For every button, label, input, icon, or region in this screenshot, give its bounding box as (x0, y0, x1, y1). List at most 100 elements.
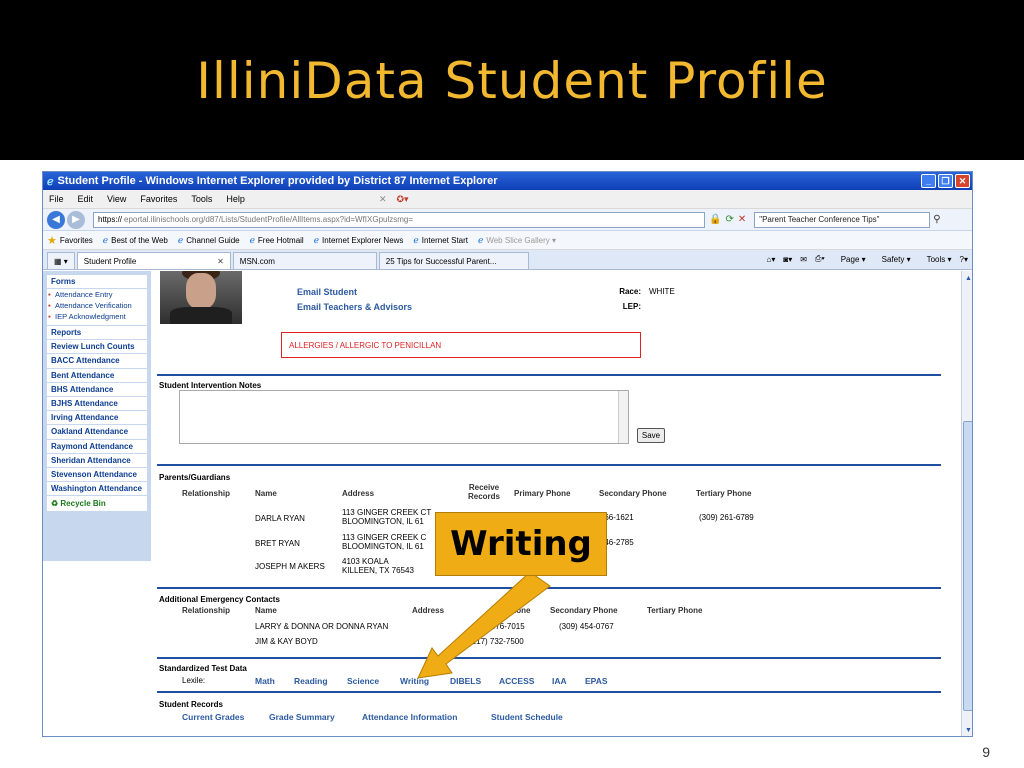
close-toolbar-icon[interactable]: ✕ (379, 194, 387, 205)
help-icon[interactable]: ?▾ (960, 255, 968, 264)
col-tertiary-phone: Tertiary Phone (696, 489, 752, 498)
quick-tabs-icon[interactable]: ▦ ▾ (47, 252, 75, 269)
fav-web-slice-gallery[interactable]: ℯ Web Slice Gallery ▾ (478, 235, 556, 246)
save-button[interactable]: Save (637, 428, 665, 443)
notes-scrollbar[interactable] (618, 391, 628, 443)
minimize-icon[interactable]: _ (921, 174, 936, 188)
url-text: eportal.ilinischools.org/d87/Lists/Stude… (124, 215, 414, 224)
sidebar-item-recycle-bin[interactable]: ♻ Recycle Bin (47, 495, 147, 511)
back-icon[interactable]: ◀ (47, 210, 65, 229)
menu-favorites[interactable]: Favorites (140, 194, 177, 204)
col-relationship: Relationship (182, 606, 231, 615)
test-link-epas[interactable]: EPAS (585, 676, 608, 686)
tab-tips[interactable]: 25 Tips for Successful Parent... (378, 252, 529, 269)
test-link-access[interactable]: ACCESS (499, 676, 534, 686)
addon-icon[interactable]: ✪▾ (396, 194, 408, 205)
fav-internet-start[interactable]: ℯ Internet Start (413, 235, 468, 246)
sidebar-item-raymond-attendance[interactable]: Raymond Attendance (47, 438, 147, 453)
scroll-up-icon[interactable]: ▲ (963, 272, 972, 284)
url-input[interactable]: https:// eportal.ilinischools.org/d87/Li… (93, 211, 705, 228)
refresh-icon[interactable]: ⟳ (725, 214, 733, 225)
tab-msn[interactable]: MSN.com (232, 252, 377, 269)
lexile-label: Lexile: (182, 676, 206, 685)
sidebar-item-iep-acknowledgment[interactable]: IEP Acknowledgment (47, 311, 147, 325)
fav-ie-news[interactable]: ℯ Internet Explorer News (314, 235, 404, 246)
mail-icon[interactable]: ✉ (800, 255, 807, 264)
search-input[interactable]: "Parent Teacher Conference Tips" (754, 211, 931, 228)
sidebar-item-sheridan-attendance[interactable]: Sheridan Attendance (47, 452, 147, 467)
sidebar-item-bhs-attendance[interactable]: BHS Attendance (47, 381, 147, 396)
lock-icon[interactable]: 🔒 (709, 214, 721, 225)
restore-icon[interactable]: ❐ (938, 174, 953, 188)
address-bar: ◀ ▶ https:// eportal.ilinischools.org/d8… (43, 209, 972, 231)
intervention-notes-input[interactable] (179, 390, 629, 444)
menu-edit[interactable]: Edit (78, 194, 94, 204)
address-line: 113 GINGER CREEK CT (342, 508, 432, 517)
fav-channel-guide[interactable]: ℯ Channel Guide (178, 235, 240, 246)
contact-phone: ) 376-7015 (486, 622, 525, 631)
sidebar-item-stevenson-attendance[interactable]: Stevenson Attendance (47, 466, 147, 481)
sidebar-item-washington-attendance[interactable]: Washington Attendance (47, 481, 147, 495)
fav-free-hotmail[interactable]: ℯ Free Hotmail (250, 235, 304, 246)
slide-title: IlliniData Student Profile (196, 52, 828, 110)
email-student-link[interactable]: Email Student (297, 287, 357, 297)
tools-menu[interactable]: Tools ▾ (919, 255, 952, 264)
safety-menu[interactable]: Safety ▾ (874, 255, 911, 264)
fav-label: Channel Guide (186, 235, 240, 245)
race-label: Race: (619, 287, 641, 296)
feeds-icon[interactable]: ◙▾ (783, 255, 792, 264)
fav-label: Free Hotmail (257, 235, 304, 245)
search-icon[interactable]: ⚲ (933, 214, 940, 225)
close-tab-icon[interactable]: ✕ (217, 257, 224, 266)
records-link-grade-summary[interactable]: Grade Summary (269, 712, 335, 722)
tab-student-profile[interactable]: Student Profile ✕ (76, 252, 231, 269)
menu-view[interactable]: View (107, 194, 126, 204)
favorites-button[interactable]: ★ Favorites (47, 234, 93, 247)
test-link-iaa[interactable]: IAA (552, 676, 567, 686)
page-menu[interactable]: Page ▾ (833, 255, 866, 264)
test-link-math[interactable]: Math (255, 676, 275, 686)
parent-tertiary-phone: (309) 261-6789 (699, 513, 754, 522)
test-link-writing[interactable]: Writing (400, 676, 429, 686)
sidebar-item-bacc-attendance[interactable]: BACC Attendance (47, 353, 147, 367)
fav-best-of-web[interactable]: ℯ Best of the Web (103, 235, 168, 246)
col-name: Name (255, 489, 277, 498)
sidebar-item-attendance-verification[interactable]: Attendance Verification (47, 300, 147, 311)
browser-window: ℯ Student Profile - Windows Internet Exp… (42, 171, 973, 737)
menu-tools[interactable]: Tools (191, 194, 212, 204)
col-primary-phone: Primary Phone (514, 489, 571, 498)
address-line: BLOOMINGTON, IL 61 (342, 542, 424, 552)
records-link-current-grades[interactable]: Current Grades (182, 712, 244, 722)
scroll-down-icon[interactable]: ▼ (963, 724, 972, 736)
menu-help[interactable]: Help (226, 194, 245, 204)
menu-file[interactable]: File (49, 194, 64, 204)
contact-secondary-phone: (309) 454-0767 (559, 622, 614, 631)
test-link-reading[interactable]: Reading (294, 676, 328, 686)
ie-page-icon: ℯ (177, 234, 184, 245)
forward-icon[interactable]: ▶ (67, 210, 85, 229)
sidebar-item-attendance-entry[interactable]: Attendance Entry (47, 289, 147, 300)
records-link-attendance-information[interactable]: Attendance Information (362, 712, 457, 722)
student-photo (160, 271, 242, 324)
sidebar-item-bjhs-attendance[interactable]: BJHS Attendance (47, 395, 147, 410)
print-icon[interactable]: ⎙▾ (815, 254, 825, 264)
test-link-science[interactable]: Science (347, 676, 379, 686)
sidebar-item-review-lunch-counts[interactable]: Review Lunch Counts (47, 339, 147, 353)
page-menu-label: Page (840, 254, 860, 264)
sidebar-item-bent-attendance[interactable]: Bent Attendance (47, 367, 147, 382)
email-teachers-link[interactable]: Email Teachers & Advisors (297, 302, 412, 312)
window-titlebar: ℯ Student Profile - Windows Internet Exp… (43, 172, 972, 190)
close-icon[interactable]: ✕ (955, 174, 970, 188)
sidebar-item-irving-attendance[interactable]: Irving Attendance (47, 410, 147, 424)
parent-address: 113 GINGER CREEK C BLOOMINGTON, IL 61 (342, 533, 426, 551)
sidebar-item-oakland-attendance[interactable]: Oakland Attendance (47, 424, 147, 438)
home-icon[interactable]: ⌂▾ (767, 255, 776, 264)
ie-page-icon: ℯ (102, 234, 109, 245)
stop-icon[interactable]: ✕ (738, 214, 746, 225)
test-link-dibels[interactable]: DIBELS (450, 676, 481, 686)
student-records-title: Student Records (159, 700, 224, 709)
url-scheme: https:// (98, 215, 123, 224)
page-scrollbar[interactable]: ▲ ▼ (961, 271, 972, 736)
records-link-student-schedule[interactable]: Student Schedule (491, 712, 563, 722)
scrollbar-thumb[interactable] (963, 421, 972, 711)
